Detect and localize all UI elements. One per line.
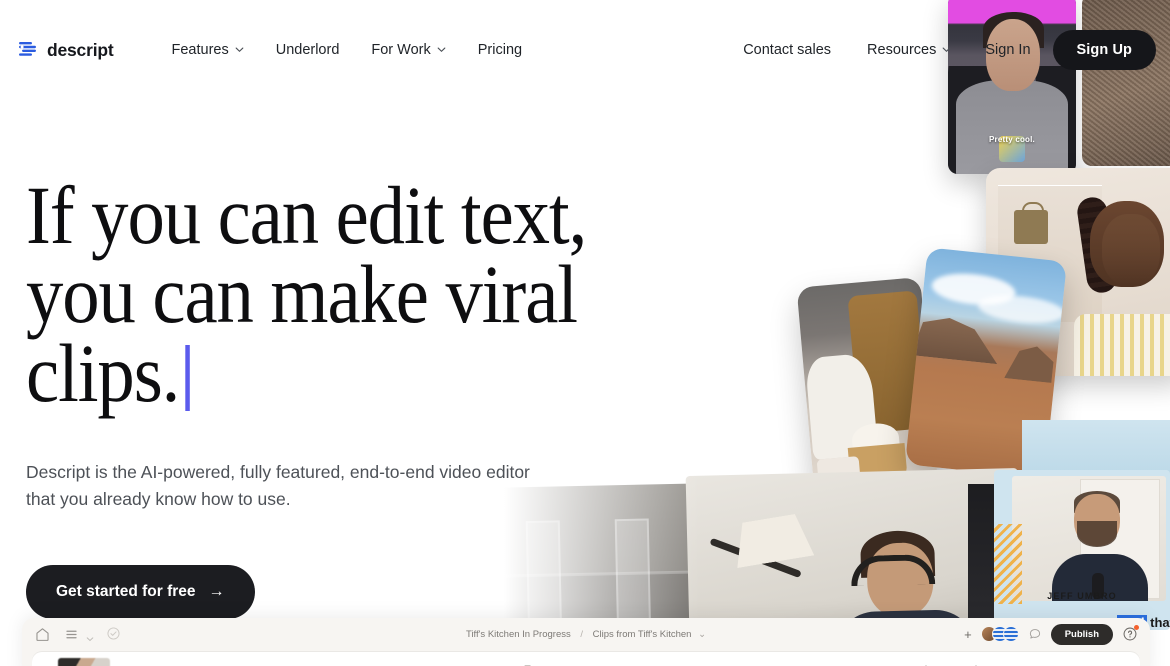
app-editor-mockup: Tiff's Kitchen In Progress / Clips from … [22,618,1150,666]
face [1102,214,1160,286]
nav-label: Underlord [276,42,340,58]
clip-caption: Pretty cool. [964,135,1060,144]
nav-item-features[interactable]: Features [155,34,259,66]
page-title: If you can edit text, you can make viral… [26,176,746,413]
bowl [848,443,908,488]
toolbar-right-group: + Publish [964,624,1138,645]
shelf [998,185,1102,322]
primary-nav: Features Underlord For Work Pricing [155,34,538,66]
get-started-button[interactable]: Get started for free → [26,565,255,619]
beard [1077,521,1117,547]
tshirt-graphic [999,136,1025,162]
collaborator-avatars[interactable] [981,626,1019,642]
hero-section: If you can edit text, you can make viral… [26,176,826,619]
hamburger-menu-icon[interactable] [63,626,80,643]
dress [1090,214,1120,266]
rock [1004,343,1055,383]
nav-label: Contact sales [743,42,831,58]
app-toolbar: Tiff's Kitchen In Progress / Clips from … [22,618,1150,650]
app-editor-canvas: ♫ ☰ ⋮ ⋮ [32,652,1140,666]
sign-in-link[interactable]: Sign In [969,34,1046,66]
collage-sliver [968,484,998,624]
braids [1075,195,1118,294]
cta-label: Get started for free [56,583,196,601]
plus-icon[interactable]: + [964,627,972,642]
breadcrumb-project[interactable]: Tiff's Kitchen In Progress [466,629,571,640]
chevron-down-icon [942,45,951,54]
publish-button[interactable]: Publish [1051,624,1113,645]
nav-label: Resources [867,42,936,58]
headline-line-2-wrap: you can make viral clips. [26,255,746,413]
header-left: descript Features Underlord For Work [0,34,538,66]
apron [847,291,928,434]
nav-item-resources[interactable]: Resources [849,34,969,66]
subheadline-line-1: Descript is the AI-powered, fully featur… [26,462,530,482]
subheadline-line-2: that you already know how to use. [26,489,291,509]
nav-item-contact-sales[interactable]: Contact sales [725,34,849,66]
mesa [911,312,1002,364]
headphones [850,554,935,586]
nav-label: Features [171,42,228,58]
chevron-down-icon[interactable]: ⌄ [698,629,706,640]
nav-item-pricing[interactable]: Pricing [462,34,538,66]
cloud [931,270,1018,309]
descript-logo-icon [18,40,38,60]
chevron-down-icon [235,45,244,54]
caption-rest: that [1147,615,1170,630]
nav-label: Pricing [478,42,522,58]
cloud [977,292,1066,327]
headline-line-2: you can make viral clips. [26,248,577,419]
cream [851,422,901,457]
nav-item-for-work[interactable]: For Work [355,34,461,66]
breadcrumb-composition[interactable]: Clips from Tiff's Kitchen [593,629,692,640]
breadcrumb-separator: / [580,629,583,640]
nav-item-underlord[interactable]: Underlord [260,34,356,66]
notification-badge [1134,625,1139,630]
speaker-name-lower-third: JEFF UMBRO [994,591,1170,601]
collage-clip-jeff-umbro: JEFF UMBRO And that [994,470,1170,630]
brand-name: descript [47,40,113,61]
check-circle-icon[interactable] [106,626,123,643]
video-frame [1012,476,1167,601]
avatar [1003,626,1019,642]
text-cursor-caret [186,345,191,411]
help-circle-icon[interactable] [1122,626,1138,642]
hero-subheadline: Descript is the AI-powered, fully featur… [26,459,646,514]
toolbar-left-group [34,626,123,643]
hair [1074,491,1120,513]
sign-up-button[interactable]: Sign Up [1053,30,1156,70]
handbag [1014,210,1048,244]
head [1074,494,1120,546]
home-icon[interactable] [34,626,51,643]
brand-logo[interactable]: descript [18,40,113,61]
head [1090,201,1164,287]
nav-label: For Work [371,42,430,58]
collage-clip-desert [905,247,1067,478]
site-header: descript Features Underlord For Work [0,0,1170,100]
striped-shirt [1074,314,1170,376]
head [867,542,935,618]
hair [860,530,935,578]
microphone [1092,573,1104,599]
decorative-scribble [994,524,1022,604]
collage-clip-woman-portrait [986,168,1170,376]
arrow-right-icon: → [209,584,225,600]
chevron-down-icon [437,45,446,54]
scene-thumbnail[interactable] [58,658,110,666]
collage-strip [1022,420,1170,478]
torso [1052,554,1148,601]
door [1080,479,1161,599]
landing-page: Pretty cool. [0,0,1170,666]
header-right: Contact sales Resources Sign In Sign Up [725,30,1170,70]
chevron-down-icon[interactable] [86,630,94,638]
comment-bubble-icon[interactable] [1028,627,1042,641]
